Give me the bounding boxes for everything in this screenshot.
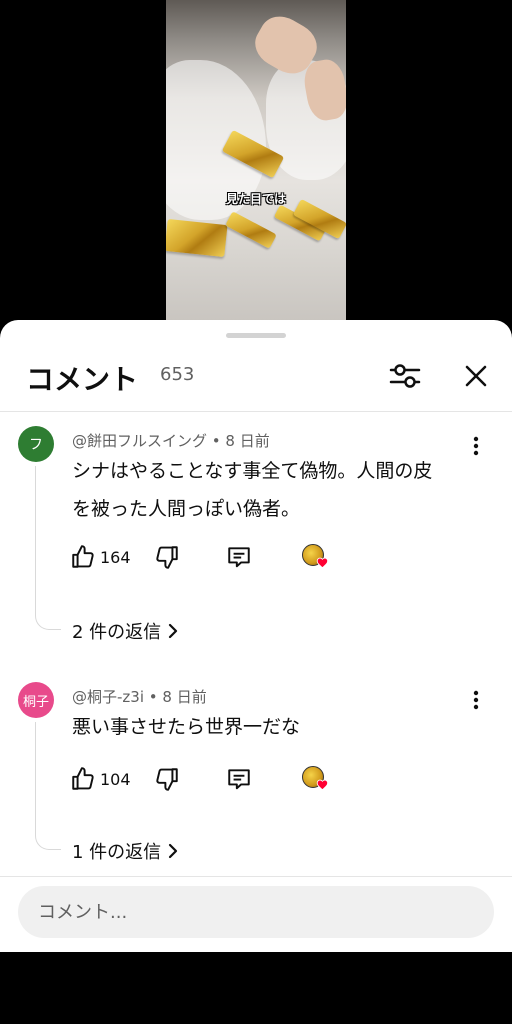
thumbs-down-icon [156, 546, 178, 569]
replies-label: 1 件の返信 [72, 842, 162, 863]
comment-icon [228, 547, 250, 568]
comment-text: シナはやることなす事全て偽物。人間の皮 [72, 460, 433, 482]
comment-actions: 104 [70, 764, 370, 794]
like-button[interactable]: 104 [70, 764, 131, 794]
chevron-right-icon [169, 843, 178, 859]
header-divider [0, 411, 512, 412]
thumbs-down-icon [156, 768, 178, 791]
thread-line [35, 466, 61, 630]
gold-bar [166, 218, 228, 258]
thumbs-up-icon [72, 545, 94, 568]
like-button[interactable]: 164 [70, 542, 131, 572]
video-player[interactable]: 見た目では [0, 0, 512, 340]
thumbs-up-icon [72, 767, 94, 790]
comments-sheet: コメント 653 フ @餅田フルスイング • 8 日前 シナはやることなす事全て… [0, 320, 512, 952]
creator-heart [302, 766, 330, 794]
comment-text: を被った人間っぽい偽者。 [72, 498, 301, 520]
dislike-button[interactable] [154, 542, 180, 572]
replies-label: 2 件の返信 [72, 622, 162, 643]
comment-item: 桐子 @桐子-z3i • 8 日前 悪い事させたら世界一だな 104 1 件の返… [0, 682, 512, 872]
sheet-header: コメント 653 [0, 350, 512, 410]
tune-icon [389, 364, 421, 388]
chevron-right-icon [169, 623, 178, 639]
thread-line [35, 722, 61, 850]
comment-count: 653 [160, 364, 195, 385]
comment-icon [228, 769, 250, 790]
comment-input[interactable] [18, 886, 494, 938]
like-count: 104 [100, 769, 131, 789]
reply-button[interactable] [226, 542, 252, 572]
heart-icon [316, 557, 329, 569]
heart-icon [316, 779, 329, 791]
sheet-title: コメント [26, 363, 139, 396]
dislike-button[interactable] [154, 764, 180, 794]
comment-meta: @餅田フルスイング • 8 日前 [72, 432, 270, 450]
comment-text: 悪い事させたら世界一だな [72, 716, 301, 738]
video-frame[interactable]: 見た目では [166, 0, 346, 330]
gold-bar [225, 211, 277, 249]
video-caption: 見た目では [225, 192, 286, 206]
close-button[interactable] [456, 356, 496, 396]
like-count: 164 [100, 547, 131, 567]
filter-button[interactable] [385, 356, 425, 396]
view-replies-button[interactable]: 2 件の返信 [72, 618, 179, 644]
more-vert-icon [473, 690, 479, 710]
comment-actions: 164 [70, 542, 370, 572]
drag-handle[interactable] [226, 333, 286, 338]
input-divider [0, 876, 512, 877]
close-icon [465, 365, 487, 387]
avatar[interactable]: 桐子 [18, 682, 54, 718]
avatar[interactable]: フ [18, 426, 54, 462]
system-nav-bar [0, 952, 512, 1024]
reply-button[interactable] [226, 764, 252, 794]
comment-item: フ @餅田フルスイング • 8 日前 シナはやることなす事全て偽物。人間の皮 を… [0, 426, 512, 646]
creator-heart [302, 544, 330, 572]
view-replies-button[interactable]: 1 件の返信 [72, 838, 179, 864]
comment-meta: @桐子-z3i • 8 日前 [72, 688, 207, 706]
